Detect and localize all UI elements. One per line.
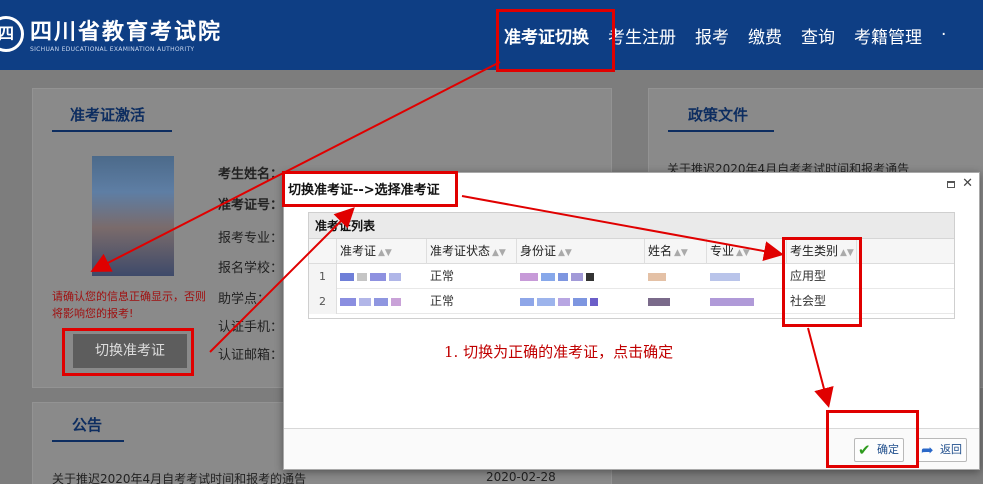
arrow-button-to-dialog	[209, 207, 355, 353]
annotation-arrows	[90, 61, 834, 408]
arrow-category-to-confirm	[807, 327, 834, 408]
arrow-nav-to-photo	[90, 61, 501, 272]
arrow-title-to-category	[461, 195, 784, 261]
